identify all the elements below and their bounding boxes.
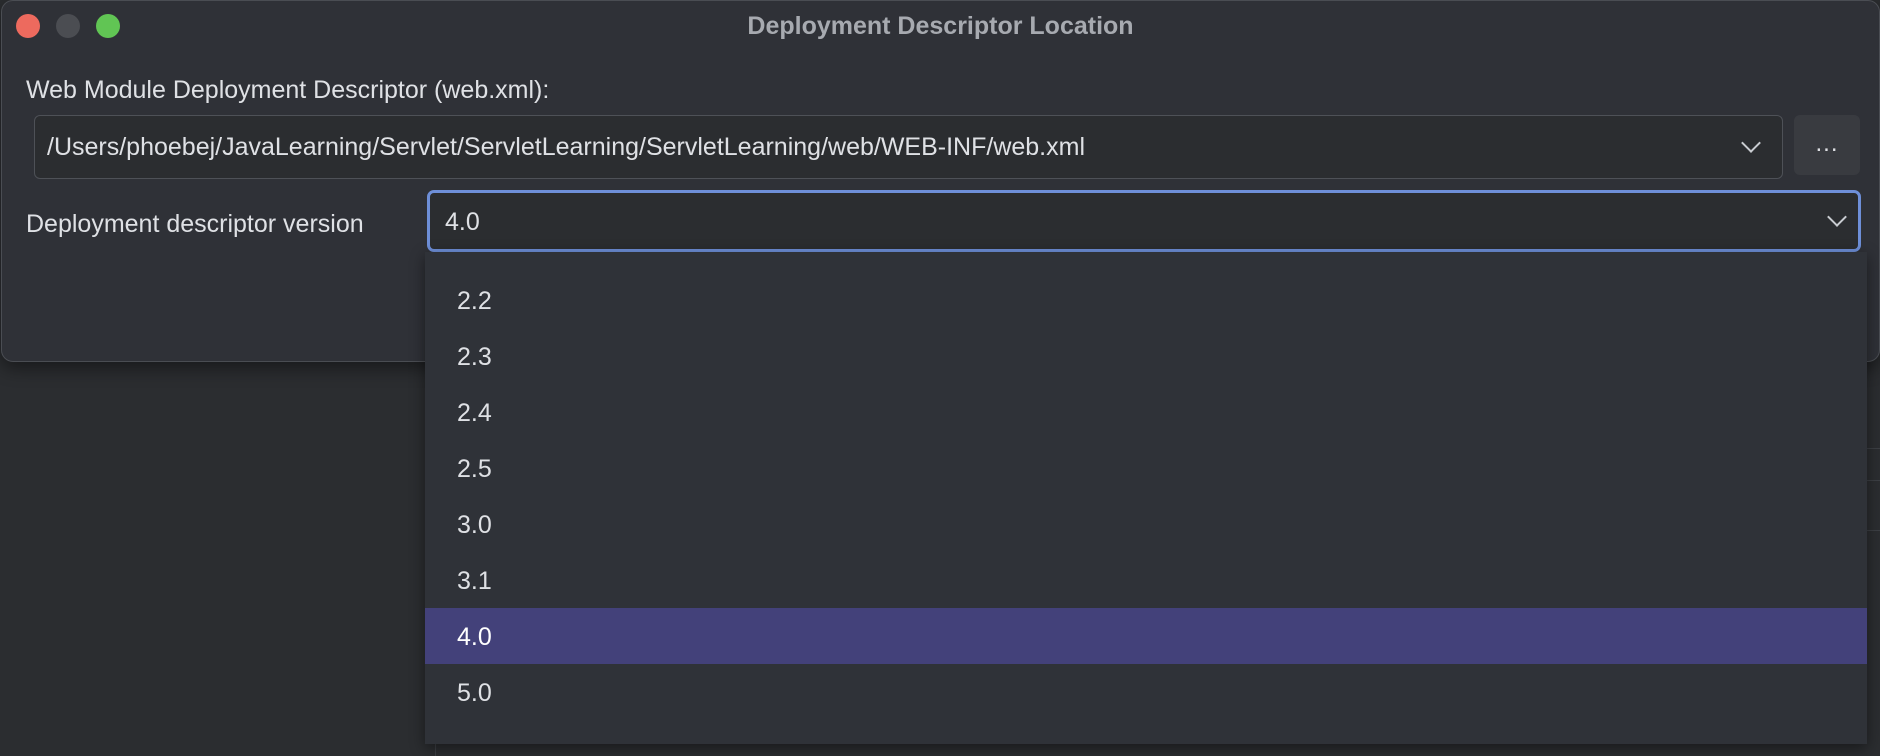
version-option[interactable]: 2.2: [425, 272, 1867, 328]
version-option-label: 2.2: [457, 287, 492, 315]
version-option-label: 5.0: [457, 679, 492, 707]
version-option-selected[interactable]: 4.0: [425, 608, 1867, 664]
version-option[interactable]: 2.4: [425, 384, 1867, 440]
version-option[interactable]: 3.1: [425, 552, 1867, 608]
version-selected-value[interactable]: 4.0: [445, 208, 480, 237]
version-option[interactable]: 5.0: [425, 664, 1867, 720]
chevron-down-icon[interactable]: [1827, 207, 1847, 227]
descriptor-path-combobox[interactable]: /Users/phoebej/JavaLearning/Servlet/Serv…: [34, 115, 1783, 179]
chevron-down-icon[interactable]: [1741, 133, 1761, 153]
version-label: Deployment descriptor version: [26, 210, 364, 238]
version-option-label: 2.3: [457, 343, 492, 371]
version-option[interactable]: 2.3: [425, 328, 1867, 384]
title-bar: Deployment Descriptor Location: [2, 1, 1879, 51]
descriptor-path-value[interactable]: /Users/phoebej/JavaLearning/Servlet/Serv…: [47, 133, 1085, 162]
version-option-label: 4.0: [457, 623, 492, 651]
version-option-label: 2.5: [457, 455, 492, 483]
version-option-label: 3.0: [457, 511, 492, 539]
version-combobox[interactable]: 4.0: [427, 190, 1861, 252]
version-option[interactable]: 3.0: [425, 496, 1867, 552]
version-option-label: 3.1: [457, 567, 492, 595]
version-option-label: 2.4: [457, 399, 492, 427]
window-title: Deployment Descriptor Location: [747, 12, 1134, 40]
version-option[interactable]: 2.5: [425, 440, 1867, 496]
browse-button[interactable]: ...: [1794, 115, 1860, 175]
descriptor-path-label: Web Module Deployment Descriptor (web.xm…: [26, 76, 550, 104]
version-dropdown-list: 2.2 2.3 2.4 2.5 3.0 3.1 4.0 5.0: [425, 252, 1867, 744]
